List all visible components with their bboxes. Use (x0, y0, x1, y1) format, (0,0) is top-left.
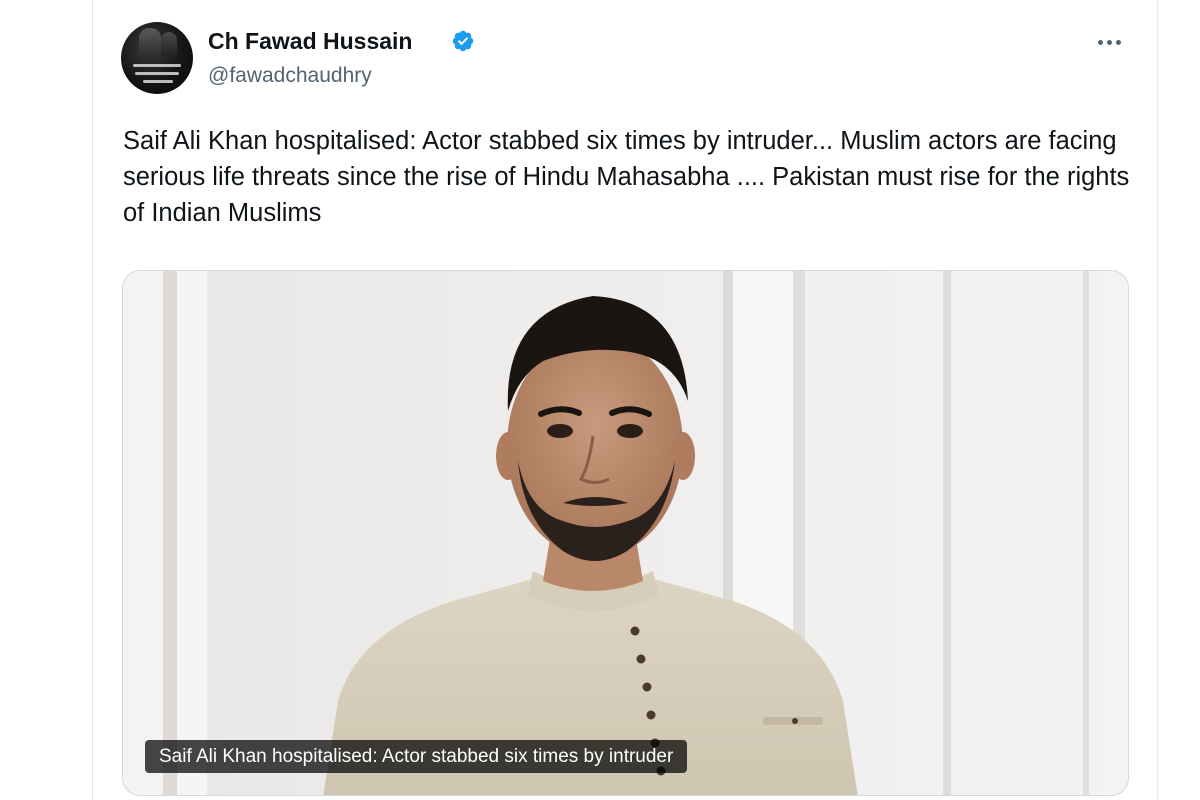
tweet-text: Saif Ali Khan hospitalised: Actor stabbe… (123, 127, 1130, 227)
avatar-script-line (143, 80, 173, 83)
author-name[interactable]: Ch Fawad Hussain (208, 28, 412, 55)
portrait-photo (123, 271, 1128, 795)
more-options-icon[interactable] (1091, 28, 1127, 56)
avatar[interactable] (121, 22, 193, 94)
avatar-script-line (133, 64, 181, 67)
tweet-media-image[interactable] (122, 270, 1129, 796)
avatar-figure (139, 28, 161, 58)
avatar-script-line (135, 72, 179, 75)
avatar-figure-secondary (161, 32, 177, 56)
media-caption: Saif Ali Khan hospitalised: Actor stabbe… (145, 740, 688, 773)
dot (1115, 39, 1121, 45)
verified-badge-icon (452, 30, 474, 52)
page: Ch Fawad Hussain @fawadchaudhry Saif Ali… (0, 0, 1200, 800)
column-border-right (1157, 0, 1158, 800)
dot (1097, 39, 1103, 45)
author-handle[interactable]: @fawadchaudhry (208, 64, 372, 88)
tweet-card[interactable]: Ch Fawad Hussain @fawadchaudhry Saif Ali… (93, 0, 1157, 800)
dot (1106, 39, 1112, 45)
